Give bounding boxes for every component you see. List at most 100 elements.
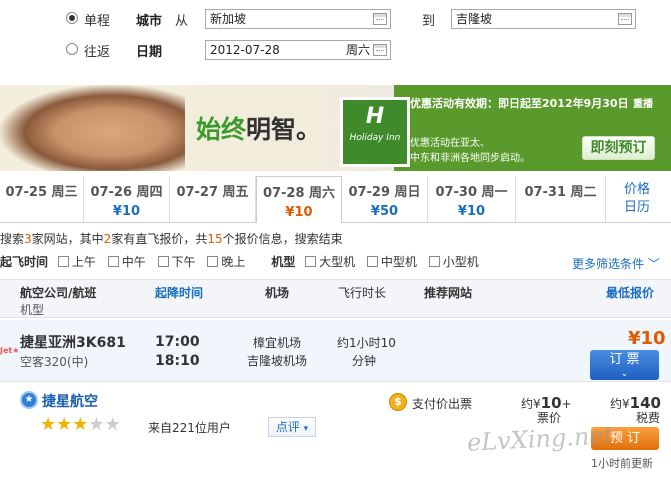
date-tab-0730[interactable]: 07-30 周一 ¥10: [428, 176, 516, 222]
round-trip-radio[interactable]: [66, 43, 78, 55]
checkbox[interactable]: [366, 256, 378, 267]
col-lowest-price[interactable]: 最低报价: [606, 284, 654, 301]
filter-afternoon[interactable]: 下午: [157, 255, 196, 269]
date-tab-price: ¥10: [285, 205, 313, 220]
col-model: 机型: [20, 303, 45, 317]
takeoff-time-label: 起飞时间: [0, 255, 49, 269]
filter-large[interactable]: 大型机: [305, 255, 355, 269]
holiday-inn-logo: H Holiday Inn: [340, 97, 410, 167]
to-city-input[interactable]: 吉隆坡: [451, 9, 636, 29]
summary-text: 个报价信息，搜索结束: [222, 232, 343, 246]
arrival-time: 18:10: [155, 353, 200, 369]
date-tab-label: 07-26 周四: [90, 185, 163, 200]
arrival-airport: 吉隆坡机场: [247, 354, 308, 368]
filter-morning[interactable]: 上午: [57, 255, 96, 269]
date-tab-0729[interactable]: 07-29 周日 ¥50: [342, 176, 428, 222]
filter-label: 上午: [71, 255, 96, 269]
one-way-label: 单程: [84, 14, 111, 29]
site-name[interactable]: 捷星航空: [42, 391, 98, 411]
date-tab-price: ¥10: [457, 204, 486, 219]
date-weekday: 周六: [346, 43, 371, 57]
date-tab-label: 07-27 周五: [176, 185, 249, 200]
rating-stars: ★★★★★: [40, 414, 121, 435]
round-trip-label: 往返: [84, 45, 111, 60]
date-input[interactable]: 2012-07-28 周六: [205, 40, 391, 60]
filter-label: 大型机: [319, 255, 356, 269]
checkbox[interactable]: [428, 256, 440, 267]
date-tab-0726[interactable]: 07-26 周四 ¥10: [84, 176, 170, 222]
book-now-button[interactable]: 即刻预订: [582, 136, 655, 160]
watermark: eLvXing.net: [466, 421, 614, 457]
comment-label: 点评: [275, 420, 300, 434]
star-empty-icon: ★: [104, 414, 121, 435]
promo-line-3: 中东和非洲各地同步启动。: [410, 153, 530, 164]
date-tab-0727[interactable]: 07-27 周五: [170, 176, 256, 222]
checkbox[interactable]: [207, 256, 219, 267]
replay-link[interactable]: 重播: [633, 95, 653, 110]
more-filters-link[interactable]: 更多筛选条件 ﹀: [572, 255, 660, 272]
tax-label: 税费: [636, 411, 661, 425]
duration: 约1小时10: [337, 336, 396, 350]
slogan-dark: 明智。: [246, 115, 322, 144]
tax-prefix: 约¥: [610, 397, 630, 411]
price-calendar-link[interactable]: 价格 日历: [612, 181, 662, 217]
filter-noon[interactable]: 中午: [107, 255, 146, 269]
one-way-radio[interactable]: [66, 12, 78, 24]
price-calendar-line1: 价格: [623, 182, 650, 197]
checkbox[interactable]: [157, 256, 169, 267]
plus-sign: +: [561, 397, 572, 411]
jetstar-site-icon: ★: [20, 391, 38, 409]
calendar-icon[interactable]: [373, 44, 387, 56]
summary-text: 家网站，其中: [31, 232, 104, 246]
city-picker-icon[interactable]: [618, 13, 632, 25]
aircraft-model: 空客320(中): [20, 355, 89, 369]
banner-slogan: 始终明智。: [196, 110, 321, 146]
date-tab-0728-selected[interactable]: 07-28 周六 ¥10: [256, 176, 342, 223]
date-tab-label: 07-29 周日: [348, 185, 421, 200]
star-icon: ★: [40, 414, 57, 435]
comment-button[interactable]: 点评 ▾: [268, 417, 316, 437]
summary-site-count: 3: [24, 232, 32, 246]
book-ticket-button[interactable]: 订 票 ⌄: [590, 350, 659, 380]
date-tab-price: ¥50: [370, 204, 399, 219]
date-tab-label: 07-28 周六: [262, 186, 336, 201]
search-summary: 搜索3家网站，其中2家有直飞报价，共15个报价信息，搜索结束: [0, 230, 343, 247]
airline-label: 捷星亚洲: [20, 335, 76, 351]
star-icon: ★: [72, 414, 89, 435]
updated-time: 1小时前更新: [591, 457, 653, 470]
filter-medium[interactable]: 中型机: [366, 255, 417, 269]
logo-h-icon: H: [365, 104, 385, 129]
col-times[interactable]: 起降时间: [155, 284, 203, 301]
date-tab-0725[interactable]: 07-25 周三: [0, 176, 84, 222]
flight-row: Jet★ 捷星亚洲3K681 空客320(中) 17:00 18:10 樟宜机场…: [0, 320, 671, 382]
summary-text: 家有直飞报价，共: [111, 232, 208, 246]
checkbox[interactable]: [305, 256, 317, 267]
star-empty-icon: ★: [88, 414, 105, 435]
duration-unit: 分钟: [352, 354, 377, 368]
filter-label: 下午: [171, 255, 196, 269]
pay-method: 支付价出票: [412, 397, 473, 411]
chevron-down-icon: ⌄: [620, 369, 629, 379]
from-city-input[interactable]: 新加坡: [205, 9, 391, 29]
date-tab-0731[interactable]: 07-31 周二: [516, 176, 606, 222]
city-picker-icon[interactable]: [373, 13, 387, 25]
date-value: 2012-07-28: [210, 43, 280, 57]
departure-airport: 樟宜机场: [253, 336, 302, 350]
col-airport: 机场: [265, 286, 290, 300]
from-label: 从: [175, 14, 189, 29]
checkbox[interactable]: [107, 256, 119, 267]
city-label: 城市: [136, 14, 163, 29]
more-filters-label: 更多筛选条件: [572, 257, 645, 271]
col-airline[interactable]: 航空公司/航班: [20, 284, 96, 301]
from-city-value: 新加坡: [210, 12, 247, 26]
chevron-down-icon: ▾: [303, 424, 309, 434]
promo-validity: 优惠活动有效期：即日起至2012年9月30日: [410, 97, 629, 110]
book-ticket-label: 订 票: [609, 352, 640, 367]
filter-label: 小型机: [442, 255, 479, 269]
checkbox[interactable]: [57, 256, 69, 267]
holiday-inn-banner[interactable]: 始终明智。 H Holiday Inn 优惠活动有效期：即日起至2012年9月3…: [0, 85, 671, 171]
filter-small[interactable]: 小型机: [428, 255, 479, 269]
to-label: 到: [422, 14, 436, 29]
filter-evening[interactable]: 晚上: [207, 255, 245, 269]
col-duration[interactable]: 飞行时长: [338, 284, 386, 301]
